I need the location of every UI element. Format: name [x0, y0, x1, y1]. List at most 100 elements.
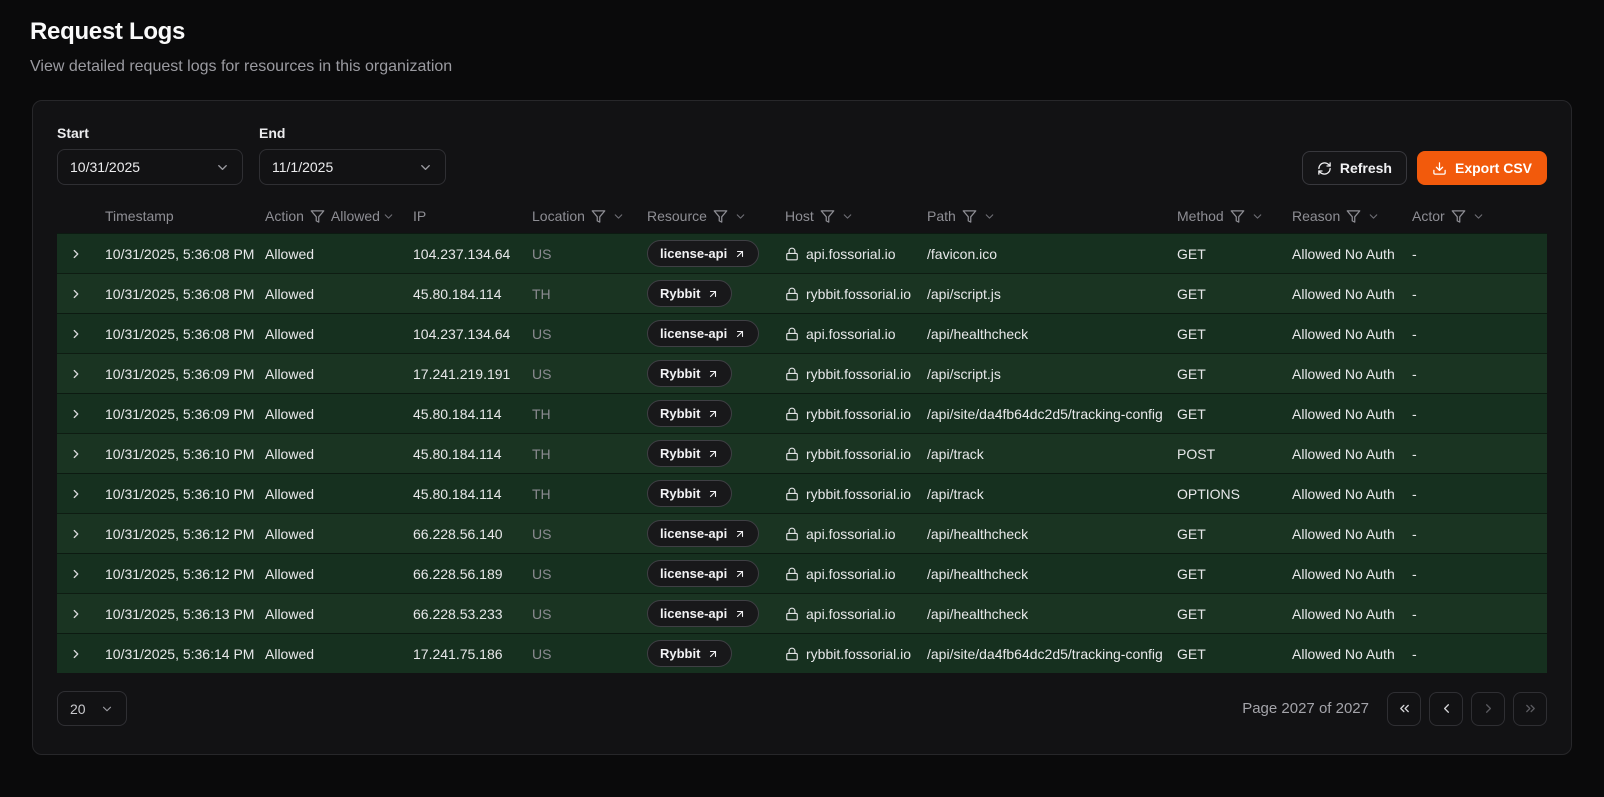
- filter-icon[interactable]: [1451, 209, 1466, 224]
- table-row[interactable]: 10/31/2025, 5:36:12 PM Allowed 66.228.56…: [57, 513, 1547, 553]
- refresh-button[interactable]: Refresh: [1302, 151, 1407, 185]
- ip-cell: 17.241.75.186: [413, 646, 532, 662]
- resource-badge[interactable]: Rybbit: [647, 440, 732, 467]
- method-cell: GET: [1177, 606, 1292, 622]
- table-row[interactable]: 10/31/2025, 5:36:10 PM Allowed 45.80.184…: [57, 473, 1547, 513]
- table-row[interactable]: 10/31/2025, 5:36:08 PM Allowed 45.80.184…: [57, 273, 1547, 313]
- chevron-down-icon[interactable]: [612, 210, 625, 223]
- header-path-label: Path: [927, 208, 956, 224]
- path-cell: /api/healthcheck: [927, 566, 1177, 582]
- reason-cell: Allowed No Auth: [1292, 526, 1412, 542]
- resource-badge[interactable]: license-api: [647, 240, 759, 267]
- expand-row-button[interactable]: [65, 483, 87, 505]
- location-cell: TH: [532, 286, 647, 302]
- header-timestamp-label: Timestamp: [105, 208, 174, 224]
- resource-badge[interactable]: Rybbit: [647, 640, 732, 667]
- resource-badge[interactable]: license-api: [647, 560, 759, 587]
- export-csv-button[interactable]: Export CSV: [1417, 151, 1547, 185]
- page-info: Page 2027 of 2027: [1242, 700, 1369, 717]
- request-logs-panel: Start 10/31/2025 End 11/1/2025: [32, 100, 1572, 755]
- filter-icon[interactable]: [310, 209, 325, 224]
- previous-page-button[interactable]: [1429, 692, 1463, 726]
- arrow-up-right-icon: [734, 248, 746, 260]
- page-size-select[interactable]: 20: [57, 691, 127, 726]
- expand-row-button[interactable]: [65, 603, 87, 625]
- expand-row-button[interactable]: [65, 563, 87, 585]
- action-cell: Allowed: [265, 606, 413, 622]
- resource-badge[interactable]: license-api: [647, 520, 759, 547]
- header-ip: IP: [413, 208, 532, 224]
- chevron-down-icon[interactable]: [841, 210, 854, 223]
- lock-icon: [785, 327, 799, 341]
- method-cell: OPTIONS: [1177, 486, 1292, 502]
- method-cell: GET: [1177, 326, 1292, 342]
- resource-badge[interactable]: license-api: [647, 320, 759, 347]
- table-row[interactable]: 10/31/2025, 5:36:10 PM Allowed 45.80.184…: [57, 433, 1547, 473]
- reason-cell: Allowed No Auth: [1292, 406, 1412, 422]
- header-location: Location: [532, 208, 647, 224]
- resource-badge[interactable]: Rybbit: [647, 400, 732, 427]
- resource-badge[interactable]: Rybbit: [647, 480, 732, 507]
- resource-cell: Rybbit: [647, 400, 785, 427]
- table-row[interactable]: 10/31/2025, 5:36:13 PM Allowed 66.228.53…: [57, 593, 1547, 633]
- resource-badge[interactable]: license-api: [647, 600, 759, 627]
- chevron-down-icon[interactable]: [1367, 210, 1380, 223]
- filter-icon[interactable]: [962, 209, 977, 224]
- table-row[interactable]: 10/31/2025, 5:36:09 PM Allowed 17.241.21…: [57, 353, 1547, 393]
- header-host: Host: [785, 208, 927, 224]
- table-row[interactable]: 10/31/2025, 5:36:14 PM Allowed 17.241.75…: [57, 633, 1547, 673]
- next-page-button[interactable]: [1471, 692, 1505, 726]
- filter-icon[interactable]: [1230, 209, 1245, 224]
- start-date-select[interactable]: 10/31/2025: [57, 149, 243, 185]
- resource-badge[interactable]: Rybbit: [647, 360, 732, 387]
- timestamp-cell: 10/31/2025, 5:36:08 PM: [105, 326, 265, 342]
- resource-cell: license-api: [647, 560, 785, 587]
- page-subtitle: View detailed request logs for resources…: [30, 58, 1574, 76]
- chevron-down-icon[interactable]: [734, 210, 747, 223]
- timestamp-cell: 10/31/2025, 5:36:10 PM: [105, 446, 265, 462]
- host-cell: rybbit.fossorial.io: [785, 446, 927, 462]
- filter-icon[interactable]: [820, 209, 835, 224]
- host-cell: rybbit.fossorial.io: [785, 366, 927, 382]
- path-cell: /api/script.js: [927, 366, 1177, 382]
- host-value: api.fossorial.io: [806, 246, 896, 262]
- expand-row-button[interactable]: [65, 403, 87, 425]
- chevron-down-icon[interactable]: [1472, 210, 1485, 223]
- method-cell: GET: [1177, 246, 1292, 262]
- controls-bar: Start 10/31/2025 End 11/1/2025: [57, 125, 1547, 185]
- ip-cell: 45.80.184.114: [413, 446, 532, 462]
- table-row[interactable]: 10/31/2025, 5:36:08 PM Allowed 104.237.1…: [57, 313, 1547, 353]
- action-cell: Allowed: [265, 406, 413, 422]
- filter-icon[interactable]: [1346, 209, 1361, 224]
- first-page-button[interactable]: [1387, 692, 1421, 726]
- expand-row-button[interactable]: [65, 523, 87, 545]
- table-row[interactable]: 10/31/2025, 5:36:09 PM Allowed 45.80.184…: [57, 393, 1547, 433]
- path-cell: /api/track: [927, 486, 1177, 502]
- arrow-up-right-icon: [707, 288, 719, 300]
- table-row[interactable]: 10/31/2025, 5:36:12 PM Allowed 66.228.56…: [57, 553, 1547, 593]
- resource-cell: Rybbit: [647, 480, 785, 507]
- expand-row-button[interactable]: [65, 443, 87, 465]
- chevron-down-icon[interactable]: [983, 210, 996, 223]
- resource-cell: license-api: [647, 240, 785, 267]
- action-filter-value[interactable]: Allowed: [331, 208, 395, 224]
- last-page-button[interactable]: [1513, 692, 1547, 726]
- host-cell: rybbit.fossorial.io: [785, 406, 927, 422]
- expand-row-button[interactable]: [65, 643, 87, 665]
- resource-badge-label: license-api: [660, 606, 727, 621]
- end-date-select[interactable]: 11/1/2025: [259, 149, 446, 185]
- filter-icon[interactable]: [713, 209, 728, 224]
- expand-row-button[interactable]: [65, 363, 87, 385]
- filter-icon[interactable]: [591, 209, 606, 224]
- expand-row-button[interactable]: [65, 283, 87, 305]
- header-location-label: Location: [532, 208, 585, 224]
- expand-row-button[interactable]: [65, 323, 87, 345]
- action-cell: Allowed: [265, 486, 413, 502]
- chevron-down-icon[interactable]: [1251, 210, 1264, 223]
- resource-badge[interactable]: Rybbit: [647, 280, 732, 307]
- start-date-field: Start 10/31/2025: [57, 125, 251, 185]
- table-row[interactable]: 10/31/2025, 5:36:08 PM Allowed 104.237.1…: [57, 233, 1547, 273]
- host-cell: api.fossorial.io: [785, 326, 927, 342]
- expand-row-button[interactable]: [65, 243, 87, 265]
- timestamp-cell: 10/31/2025, 5:36:09 PM: [105, 406, 265, 422]
